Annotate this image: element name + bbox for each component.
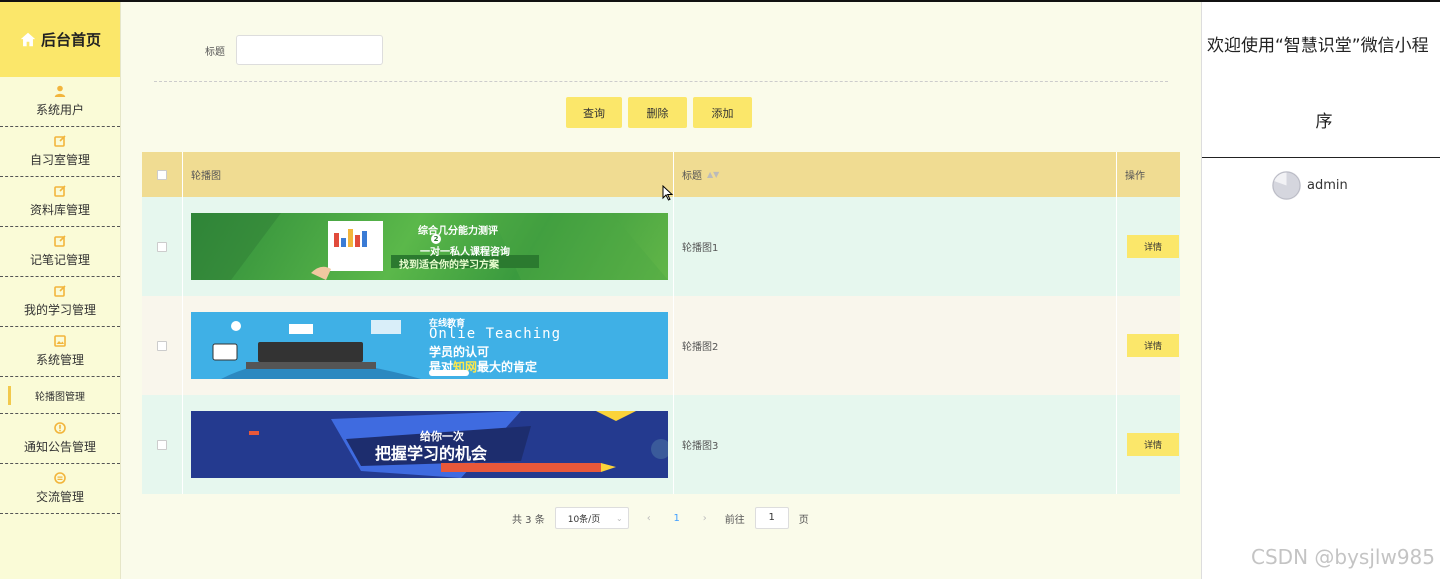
avatar: [1272, 171, 1301, 200]
row-action-cell: 详情: [1117, 197, 1180, 296]
page-size-value: 10条/页: [567, 514, 601, 525]
sidebar-item-my-study[interactable]: 我的学习管理: [0, 277, 120, 327]
mouse-cursor-icon: [662, 185, 674, 201]
toolbar: 查询 删除 添加: [566, 97, 752, 128]
sidebar-item-system-user[interactable]: 系统用户: [0, 77, 120, 127]
sidebar-item-label: 交流管理: [35, 490, 84, 504]
sidebar-item-label: 通知公告管理: [23, 440, 96, 454]
goto-prefix: 前往: [724, 514, 745, 526]
banner-button-graphic: [429, 370, 469, 376]
banner-text: 最大的肯定: [477, 360, 538, 374]
right-panel-divider: [1202, 157, 1440, 158]
sidebar-item-label: 自习室管理: [29, 153, 90, 167]
search-row: 标题: [205, 35, 383, 65]
row-action-cell: 详情: [1117, 296, 1180, 395]
info-icon: [54, 422, 66, 434]
sidebar-item-system[interactable]: 系统管理: [0, 327, 120, 377]
home-icon: [20, 32, 36, 46]
row-title: 轮播图1: [674, 197, 1117, 296]
carousel-banner-image: 在线教育 Onlie Teaching 学员的认可 是对 知网 最大的肯定: [191, 312, 668, 379]
sort-icon[interactable]: ▲▼: [707, 170, 719, 179]
current-page[interactable]: 1: [669, 513, 685, 524]
pagination-total: 共 3 条: [512, 514, 545, 526]
carousel-table: 轮播图 标题 ▲▼ 操作 综合几分能力测评 2 一对一私人课程咨询 找到适合你的…: [142, 152, 1180, 494]
sidebar-item-label: 系统管理: [35, 353, 84, 367]
row-title: 轮播图3: [674, 395, 1117, 494]
sidebar-item-study-room[interactable]: 自习室管理: [0, 127, 120, 177]
table-row: 在线教育 Onlie Teaching 学员的认可 是对 知网 最大的肯定 轮播…: [142, 296, 1180, 395]
row-check-cell: [142, 395, 183, 494]
banner-text: Onlie Teaching: [429, 326, 562, 342]
picture-icon: [54, 335, 66, 347]
table-header: 轮播图 标题 ▲▼ 操作: [142, 152, 1180, 197]
header-check-cell: [142, 152, 183, 197]
welcome-line-2: 序: [1315, 112, 1333, 132]
edit-icon: [54, 185, 66, 197]
detail-button[interactable]: 详情: [1127, 235, 1179, 258]
row-checkbox[interactable]: [157, 241, 167, 252]
add-button[interactable]: 添加: [693, 97, 752, 128]
banner-text: 找到适合你的学习方案: [399, 260, 499, 271]
edit-icon: [54, 235, 66, 247]
row-image-cell: 在线教育 Onlie Teaching 学员的认可 是对 知网 最大的肯定: [183, 296, 674, 395]
detail-button[interactable]: 详情: [1127, 433, 1179, 456]
row-checkbox[interactable]: [157, 439, 167, 450]
carousel-banner-image: 给你一次 把握学习的机会: [191, 411, 668, 478]
query-button[interactable]: 查询: [566, 97, 622, 128]
right-panel: 欢迎使用“智慧识堂”微信小程 序 admin CSDN @bysjlw985: [1201, 2, 1440, 579]
sidebar-item-carousel[interactable]: 轮播图管理: [0, 377, 120, 414]
delete-button[interactable]: 删除: [628, 97, 687, 128]
carousel-banner-image: 综合几分能力测评 2 一对一私人课程咨询 找到适合你的学习方案: [191, 213, 668, 280]
banner-text: 把握学习的机会: [375, 444, 488, 463]
column-header-title-label: 标题: [682, 171, 702, 182]
title-search-input[interactable]: [236, 35, 383, 65]
sidebar-item-notice[interactable]: 通知公告管理: [0, 414, 120, 464]
sidebar-item-label: 系统用户: [35, 103, 84, 117]
column-header-carousel: 轮播图: [183, 152, 674, 197]
brand-title: 后台首页: [40, 31, 101, 49]
row-check-cell: [142, 296, 183, 395]
table-row: 综合几分能力测评 2 一对一私人课程咨询 找到适合你的学习方案 轮播图1 详情: [142, 197, 1180, 296]
row-checkbox[interactable]: [157, 340, 167, 351]
sidebar-item-label: 记笔记管理: [29, 253, 90, 267]
detail-button[interactable]: 详情: [1127, 334, 1179, 357]
sidebar: 后台首页 系统用户 自习室管理 资料库管理 记笔记管理 我的学习管理 系统管理 …: [0, 2, 121, 579]
prev-page-icon[interactable]: ‹: [639, 513, 659, 524]
welcome-message: 欢迎使用“智慧识堂”微信小程 序: [1207, 34, 1440, 132]
username: admin: [1307, 178, 1348, 193]
divider: [154, 81, 1168, 82]
page-size-select[interactable]: 10条/页 ⌄: [554, 507, 629, 529]
banner-text: 综合几分能力测评: [418, 226, 498, 237]
row-image-cell: 综合几分能力测评 2 一对一私人课程咨询 找到适合你的学习方案: [183, 197, 674, 296]
search-label: 标题: [205, 46, 225, 58]
sidebar-item-label: 资料库管理: [29, 203, 90, 217]
column-header-action: 操作: [1125, 171, 1145, 182]
chevron-down-icon: ⌄: [616, 513, 623, 523]
pagination: 共 3 条 10条/页 ⌄ ‹ 1 › 前往 1 页: [512, 507, 809, 529]
row-check-cell: [142, 197, 183, 296]
row-title: 轮播图2: [674, 296, 1117, 395]
goto-suffix: 页: [798, 514, 809, 526]
row-action-cell: 详情: [1117, 395, 1180, 494]
edit-icon: [54, 135, 66, 147]
row-image-cell: 给你一次 把握学习的机会: [183, 395, 674, 494]
user-info[interactable]: admin: [1272, 171, 1348, 200]
sidebar-item-library[interactable]: 资料库管理: [0, 177, 120, 227]
sidebar-item-label: 我的学习管理: [23, 303, 96, 317]
watermark: CSDN @bysjlw985: [1251, 545, 1435, 569]
next-page-icon[interactable]: ›: [695, 513, 715, 524]
sidebar-item-forum[interactable]: 交流管理: [0, 464, 120, 514]
user-icon: [54, 85, 66, 97]
column-header-title[interactable]: 标题 ▲▼: [674, 152, 1117, 197]
table-row: 给你一次 把握学习的机会 轮播图3 详情: [142, 395, 1180, 494]
sidebar-item-notes[interactable]: 记笔记管理: [0, 227, 120, 277]
select-all-checkbox[interactable]: [157, 169, 167, 180]
welcome-line-1: 欢迎使用“智慧识堂”微信小程: [1207, 36, 1429, 56]
sidebar-item-label: 轮播图管理: [35, 391, 85, 403]
goto-page-input[interactable]: 1: [754, 507, 789, 529]
main-content: 标题 查询 删除 添加 轮播图 标题 ▲▼ 操作 综合几分能力测评 2 一对一私…: [121, 2, 1201, 579]
sidebar-home[interactable]: 后台首页: [0, 2, 120, 77]
chat-icon: [54, 472, 66, 484]
edit-icon: [54, 285, 66, 297]
